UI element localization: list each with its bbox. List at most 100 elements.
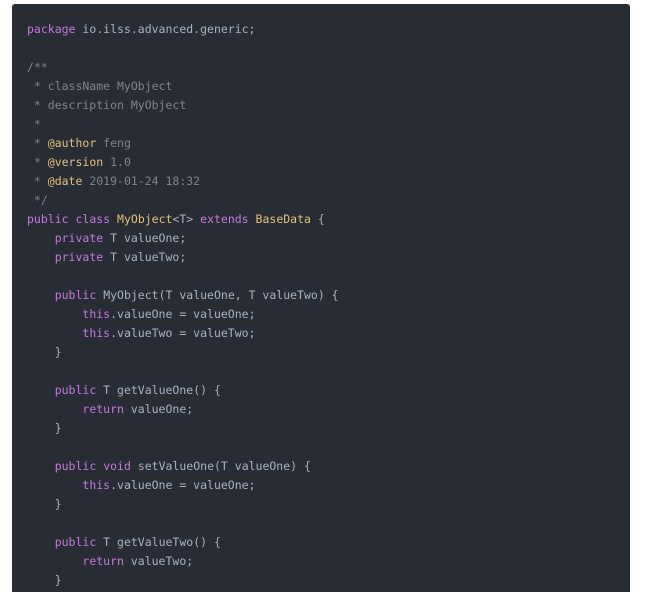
code-token-keyword: public [54,288,97,302]
code-line: } [27,495,339,514]
code-line: this.valueTwo = valueTwo; [27,324,339,343]
code-token-comment: * [27,136,48,150]
code-token-this: this [82,478,111,492]
code-token-comment: */ [27,193,48,207]
page-scrollbar[interactable] [634,4,660,592]
code-token-plain: T valueOne; [103,231,187,245]
code-token-function: getValueTwo [117,535,194,549]
code-token-plain: .valueTwo = valueTwo; [110,326,256,340]
code-token-comment: * description MyObject [27,98,187,112]
code-token-keyword: extends [200,212,249,226]
code-token-class: BaseData [255,212,311,226]
code-block[interactable]: package io.ilss.advanced.generic; /** * … [12,4,630,592]
code-line: */ [27,191,339,210]
code-token-plain: T valueTwo; [103,250,187,264]
code-token-plain: (T valueOne) { [214,459,311,473]
code-token-plain: } [27,421,62,435]
code-line: package io.ilss.advanced.generic; [27,20,339,39]
code-token-comment: * [27,174,48,188]
code-line: this.valueOne = valueOne; [27,305,339,324]
code-token-plain: <T> [172,212,201,226]
code-line: public class MyObject<T> extends BaseDat… [27,210,339,229]
code-line: public void setValueOne(T valueOne) { [27,457,339,476]
code-token-comment: * [27,117,41,131]
code-line: } [27,571,339,590]
code-token-plain: T [96,535,118,549]
code-token-plain: } [27,573,62,587]
code-token-keyword: void [103,459,131,473]
code-line: * @author feng [27,134,339,153]
code-line: * className MyObject [27,77,339,96]
code-token-plain: .valueOne = valueOne; [110,478,256,492]
code-token-this: this [82,307,111,321]
code-token-plain: } [27,345,62,359]
code-line: public T getValueTwo() { [27,533,339,552]
code-token-plain: () { [193,535,221,549]
code-token-annot: @date [47,174,83,188]
code-token-keyword: return [82,402,124,416]
code-line: this.valueOne = valueOne; [27,476,339,495]
code-token-plain: valueOne; [123,402,194,416]
code-line: * description MyObject [27,96,339,115]
code-line: public MyObject(T valueOne, T valueTwo) … [27,286,339,305]
code-content[interactable]: package io.ilss.advanced.generic; /** * … [27,20,339,590]
code-token-comment: * [27,155,48,169]
code-token-comment: /** [27,60,48,74]
code-token-plain: T [96,383,118,397]
code-token-keyword: return [82,554,124,568]
code-line: * @version 1.0 [27,153,339,172]
code-token-keyword: public [27,212,69,226]
code-token-plain: () { [193,383,221,397]
code-token-plain: io.ilss.advanced.generic; [75,22,256,36]
code-token-keyword: package [27,22,76,36]
code-token-comment: * className MyObject [27,79,173,93]
code-line: * @date 2019-01-24 18:32 [27,172,339,191]
code-token-keyword: public [54,459,97,473]
code-token-plain: .valueOne = valueOne; [110,307,256,321]
code-token-plain: valueTwo; [123,554,194,568]
code-line: * [27,115,339,134]
code-token-keyword: public [54,383,97,397]
code-token-keyword: private [54,250,104,264]
code-token-plain: } [27,497,62,511]
code-token-annot: @author [47,136,97,150]
code-line: public T getValueOne() { [27,381,339,400]
code-token-keyword: private [54,231,104,245]
code-token-function: MyObject [103,288,159,302]
code-token-keyword: class [75,212,111,226]
code-token-plain: { [310,212,325,226]
code-token-function: setValueOne [137,459,214,473]
code-line: private T valueOne; [27,229,339,248]
code-line: return valueTwo; [27,552,339,571]
code-line: } [27,343,339,362]
code-token-plain: (T valueOne, T valueTwo) { [158,288,339,302]
code-token-keyword: public [54,535,97,549]
code-line: } [27,419,339,438]
code-token-this: this [82,326,111,340]
code-token-comment: 2019-01-24 18:32 [82,174,201,188]
code-token-comment: 1.0 [103,155,131,169]
code-token-annot: @version [47,155,104,169]
code-token-function: getValueOne [117,383,194,397]
code-line: /** [27,58,339,77]
code-token-class: MyObject [117,212,173,226]
